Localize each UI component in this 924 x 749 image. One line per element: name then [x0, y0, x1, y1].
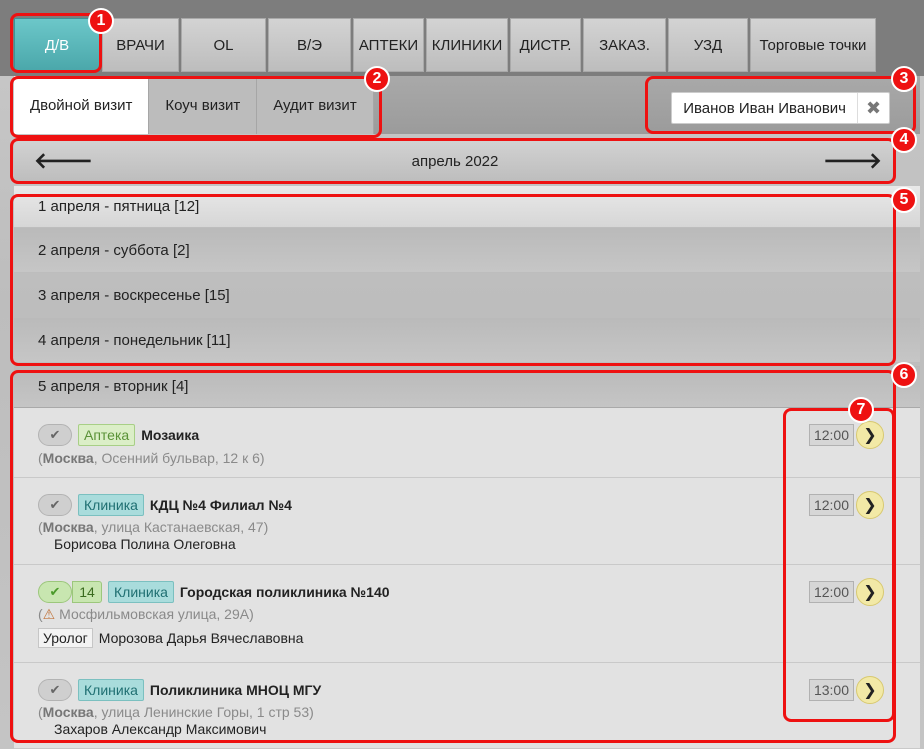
annotation-badge-6: 6	[891, 362, 917, 388]
annotation-badge-4: 4	[891, 127, 917, 153]
tab-outlets[interactable]: Торговые точки	[750, 18, 876, 72]
tab-uzd[interactable]: УЗД	[668, 18, 748, 72]
annotation-badge-2: 2	[364, 66, 390, 92]
tab-clinics[interactable]: КЛИНИКИ	[426, 18, 508, 72]
annotation-badge-1: 1	[88, 8, 114, 34]
tab-pharmacies[interactable]: АПТЕКИ	[353, 18, 424, 72]
annotation-badge-7: 7	[848, 397, 874, 423]
annotation-box-5	[10, 194, 896, 366]
tab-distr[interactable]: ДИСТР.	[510, 18, 581, 72]
tab-orders[interactable]: ЗАКАЗ.	[583, 18, 666, 72]
annotation-badge-3: 3	[891, 66, 917, 92]
annotation-box-6	[10, 370, 896, 743]
main-tabs: Д/В ВРАЧИ OL В/Э АПТЕКИ КЛИНИКИ ДИСТР. З…	[14, 18, 876, 74]
annotation-box-3	[645, 76, 916, 134]
tab-ve[interactable]: В/Э	[268, 18, 351, 72]
annotation-box-2	[10, 76, 382, 138]
annotation-box-4	[10, 138, 896, 184]
annotation-badge-5: 5	[891, 187, 917, 213]
annotation-box-7	[783, 408, 895, 722]
tab-doctors[interactable]: ВРАЧИ	[102, 18, 179, 72]
tab-ol[interactable]: OL	[181, 18, 266, 72]
